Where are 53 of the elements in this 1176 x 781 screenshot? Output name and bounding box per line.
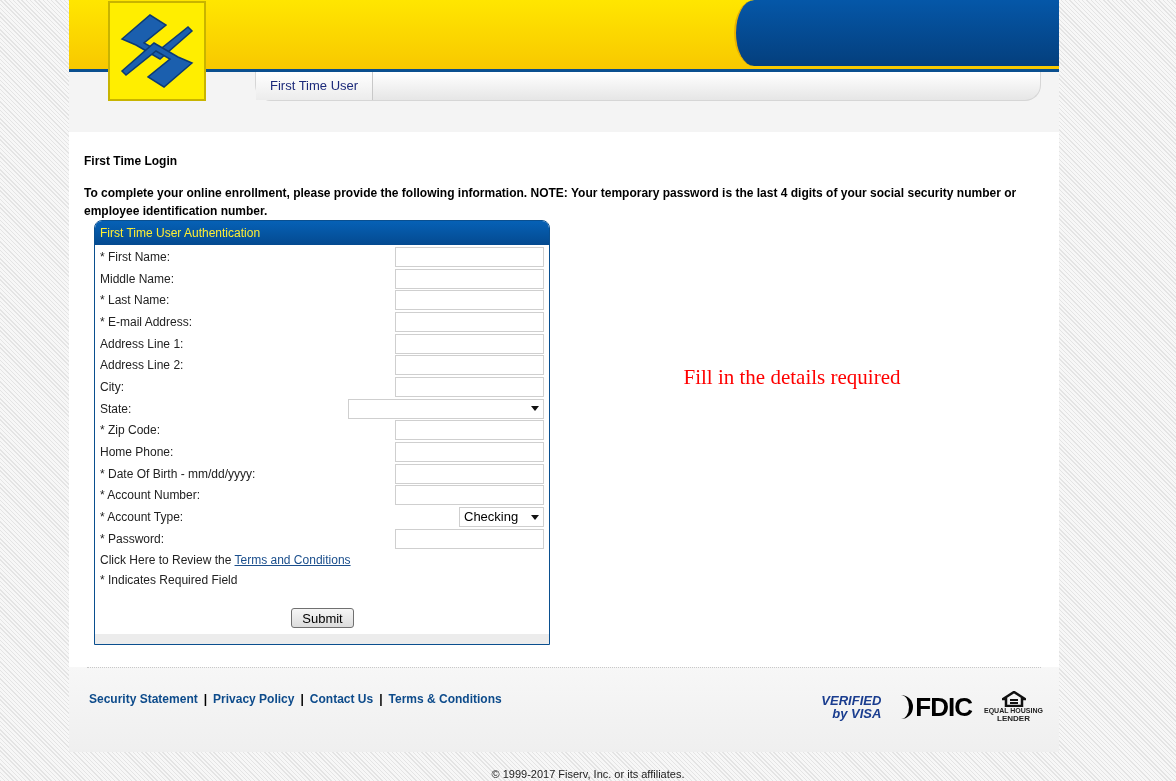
dropdown-arrow-icon: [531, 514, 539, 520]
visa-logo-text: by VISA: [832, 707, 882, 721]
dropdown[interactable]: [348, 398, 544, 419]
field-label: * Account Number:: [100, 487, 201, 505]
footer-link[interactable]: Terms & Conditions: [388, 689, 502, 708]
logo-icon: [108, 1, 206, 101]
field-label: * Date Of Birth - mm/dd/yyyy:: [100, 465, 256, 483]
text-field[interactable]: [395, 485, 544, 506]
text-field[interactable]: [395, 355, 544, 376]
text-field[interactable]: [395, 442, 544, 463]
nav-tab[interactable]: First Time User: [256, 72, 374, 100]
link-separator: |: [300, 690, 304, 708]
field-label: * Zip Code:: [100, 422, 161, 440]
field-label: Middle Name:: [100, 270, 175, 288]
field-label: City:: [100, 378, 124, 396]
terms-text: Click Here to Review the: [100, 552, 232, 567]
dropdown-arrow-icon: [531, 406, 539, 412]
field-label: * E-mail Address:: [100, 313, 193, 331]
text-field[interactable]: [395, 420, 544, 441]
field-label: * Last Name:: [100, 292, 170, 310]
footer-link[interactable]: Security Statement: [89, 689, 198, 708]
text-field[interactable]: [395, 246, 544, 267]
enrollment-instructions: To complete your online enrollment, please provide the following information. NOTE: Your temporary password is the last 4 digits of your social security number or employee identification number.: [84, 185, 1018, 220]
page-heading: First Time Login: [84, 153, 179, 170]
copyright-text: © 1999-2017 Fiserv, Inc. or its affiliates.: [491, 766, 685, 781]
house-icon: [1001, 691, 1026, 708]
required-field-note: * Indicates Required Field: [99, 571, 239, 589]
field-label: * First Name:: [100, 248, 170, 266]
field-label: Home Phone:: [100, 444, 174, 462]
link-separator: |: [203, 690, 208, 708]
fdic-logo-text: FDIC: [915, 690, 972, 724]
terms-link[interactable]: Terms and Conditions: [234, 552, 351, 567]
field-label: Address Line 2:: [100, 357, 184, 375]
link-separator: |: [379, 690, 383, 708]
text-field[interactable]: [395, 268, 544, 289]
footer-link[interactable]: Privacy Policy: [213, 689, 295, 708]
text-field[interactable]: [395, 311, 544, 332]
footer-link[interactable]: Contact Us: [309, 689, 374, 708]
text-field[interactable]: [395, 376, 544, 397]
field-label: * Password:: [100, 530, 165, 548]
panel-title: First Time User Authentication: [95, 221, 549, 245]
password-field[interactable]: [395, 528, 544, 549]
visa-logo-text: VERIFIED: [821, 694, 882, 708]
field-label: State:: [100, 400, 132, 418]
field-label: * Account Type:: [100, 509, 184, 527]
annotation-text: Fill in the details required: [683, 364, 901, 391]
field-label: Address Line 1:: [100, 335, 184, 353]
submit-button[interactable]: Submit: [291, 607, 354, 628]
text-field[interactable]: [395, 333, 544, 354]
text-field[interactable]: [395, 290, 544, 311]
dropdown[interactable]: Checking: [459, 507, 544, 528]
text-field[interactable]: [395, 463, 544, 484]
housing-logo-text: LENDER: [997, 715, 1030, 724]
